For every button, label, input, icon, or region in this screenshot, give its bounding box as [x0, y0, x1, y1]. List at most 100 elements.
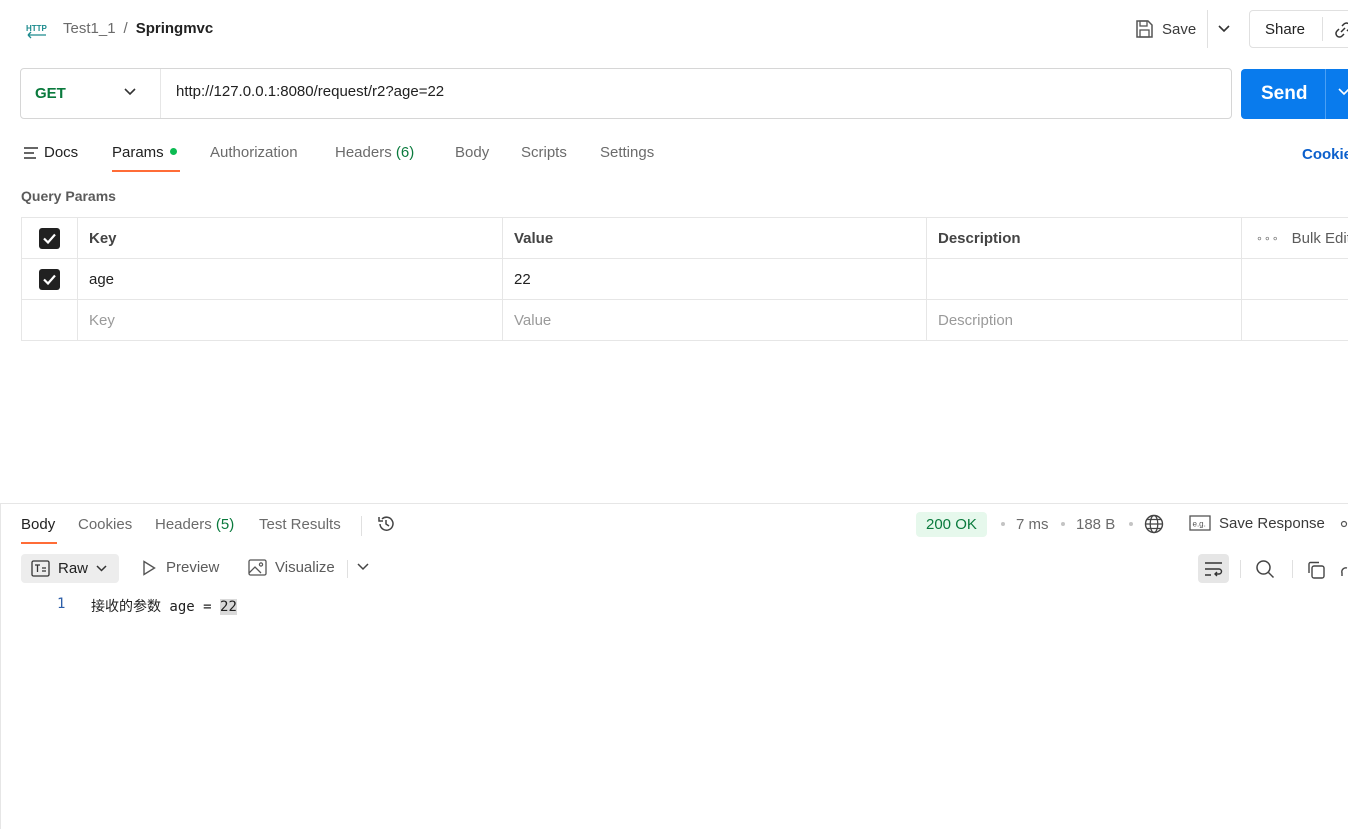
tab-scripts[interactable]: Scripts — [521, 144, 567, 161]
resp-tab-headers-label: Headers — [155, 516, 212, 533]
param-description-cell[interactable] — [927, 259, 1242, 299]
tab-params-label: Params — [112, 144, 164, 161]
method-label: GET — [35, 85, 66, 102]
share-button[interactable]: Share — [1249, 10, 1348, 48]
send-button[interactable]: Send — [1241, 69, 1348, 119]
new-row-spacer — [1242, 300, 1348, 340]
chevron-down-icon — [1217, 25, 1230, 33]
wrap-lines-button[interactable] — [1198, 554, 1229, 583]
wrap-icon — [1205, 561, 1223, 576]
raw-label: Raw — [58, 560, 89, 577]
search-icon[interactable] — [1255, 559, 1275, 579]
chevron-down-icon — [124, 88, 136, 96]
bulk-edit-button[interactable]: ∘∘∘ Bulk Edit — [1242, 218, 1348, 258]
check-icon — [43, 233, 56, 244]
column-header-key: Key — [78, 218, 503, 258]
tab-separator — [361, 516, 362, 536]
method-select[interactable]: GET — [21, 69, 161, 118]
format-raw-button[interactable]: Raw — [21, 554, 119, 583]
column-header-description: Description — [927, 218, 1242, 258]
chevron-down-icon[interactable] — [1338, 88, 1348, 96]
svg-text:HTTP: HTTP — [26, 24, 48, 33]
save-label: Save — [1162, 20, 1197, 38]
table-row-new: Key Value Description — [22, 300, 1348, 341]
tab-params[interactable]: Params — [112, 144, 177, 161]
globe-icon[interactable] — [1144, 514, 1164, 534]
more-icon: ∘∘∘ — [1256, 232, 1280, 245]
link-icon[interactable] — [1334, 21, 1348, 39]
save-response-button[interactable]: e.g. Save Response — [1189, 514, 1325, 532]
row-checkbox-cell — [22, 259, 78, 299]
table-row: age 22 — [22, 259, 1348, 300]
table-header-row: Key Value Description ∘∘∘ Bulk Edit — [22, 218, 1348, 259]
tool-separator — [1240, 560, 1241, 578]
chevron-down-icon[interactable] — [356, 562, 370, 572]
breadcrumb-parent[interactable]: Test1_1 — [63, 20, 116, 37]
tab-headers-label: Headers — [335, 144, 392, 161]
pane-edge — [0, 503, 1, 829]
bulk-edit-label: Bulk Edit — [1291, 229, 1348, 247]
check-icon — [43, 274, 56, 285]
tab-docs[interactable]: Docs — [24, 144, 78, 161]
save-dropdown-button[interactable] — [1207, 10, 1239, 48]
resp-tab-headers-count: (5) — [215, 516, 235, 533]
resp-tab-headers[interactable]: Headers (5) — [155, 516, 234, 533]
request-name[interactable]: Springmvc — [136, 20, 214, 37]
highlighted-value: 22 — [220, 599, 237, 615]
svg-text:e.g.: e.g. — [1193, 520, 1206, 529]
response-time[interactable]: 7 ms — [1016, 516, 1049, 533]
active-response-tab-indicator — [21, 542, 57, 544]
select-all-checkbox[interactable] — [39, 227, 60, 249]
row-enabled-checkbox[interactable] — [39, 268, 60, 290]
format-preview-button[interactable]: Preview — [142, 559, 219, 576]
param-row-spacer — [1242, 259, 1348, 299]
resp-tab-body[interactable]: Body — [21, 516, 55, 533]
play-icon — [143, 559, 156, 576]
request-header: HTTP Test1_1 / Springmvc Save Share — [0, 0, 1348, 58]
tab-headers[interactable]: Headers (6) — [335, 144, 414, 161]
line-number: 1 — [57, 596, 66, 612]
format-visualize-button[interactable]: Visualize — [248, 559, 335, 576]
copy-icon[interactable] — [1306, 560, 1326, 580]
preview-label: Preview — [166, 559, 220, 576]
url-bar: GET — [20, 68, 1232, 119]
tab-headers-count: (6) — [395, 144, 415, 161]
new-key-input[interactable]: Key — [78, 300, 503, 340]
example-icon: e.g. — [1189, 515, 1211, 531]
select-all-cell — [22, 218, 78, 258]
image-icon — [248, 559, 267, 576]
new-value-input[interactable]: Value — [503, 300, 927, 340]
tab-authorization[interactable]: Authorization — [210, 144, 298, 161]
param-key-cell[interactable]: age — [78, 259, 503, 299]
resp-tab-test-results[interactable]: Test Results — [259, 516, 341, 533]
breadcrumb-separator: / — [123, 20, 128, 37]
tab-docs-label: Docs — [44, 144, 79, 161]
chevron-down-icon — [96, 565, 107, 572]
tool-separator — [1292, 560, 1293, 578]
more-icon[interactable] — [1340, 520, 1348, 528]
share-label: Share — [1265, 20, 1306, 38]
save-icon — [1136, 20, 1153, 38]
response-body-line[interactable]: 接收的参数 age = 22 — [91, 596, 237, 616]
link-icon[interactable] — [1340, 560, 1348, 580]
param-value-cell[interactable]: 22 — [503, 259, 927, 299]
visualize-label: Visualize — [275, 559, 335, 576]
tab-settings[interactable]: Settings — [600, 144, 654, 161]
cookies-link[interactable]: Cookie — [1302, 146, 1348, 163]
resp-tab-cookies[interactable]: Cookies — [78, 516, 132, 533]
query-params-table: Key Value Description ∘∘∘ Bulk Edit age … — [21, 217, 1348, 341]
params-active-dot — [169, 148, 177, 155]
url-input[interactable] — [176, 83, 1216, 100]
response-size[interactable]: 188 B — [1076, 516, 1115, 533]
column-header-value: Value — [503, 218, 927, 258]
query-params-title: Query Params — [21, 188, 116, 204]
new-description-input[interactable]: Description — [927, 300, 1242, 340]
save-response-label: Save Response — [1219, 514, 1325, 532]
status-badge[interactable]: 200 OK — [916, 512, 987, 537]
active-tab-indicator — [112, 170, 180, 172]
response-divider[interactable] — [0, 503, 1348, 504]
save-button[interactable]: Save — [1134, 16, 1196, 42]
tab-body[interactable]: Body — [455, 144, 489, 161]
history-icon[interactable] — [376, 514, 396, 534]
send-label: Send — [1261, 83, 1308, 104]
